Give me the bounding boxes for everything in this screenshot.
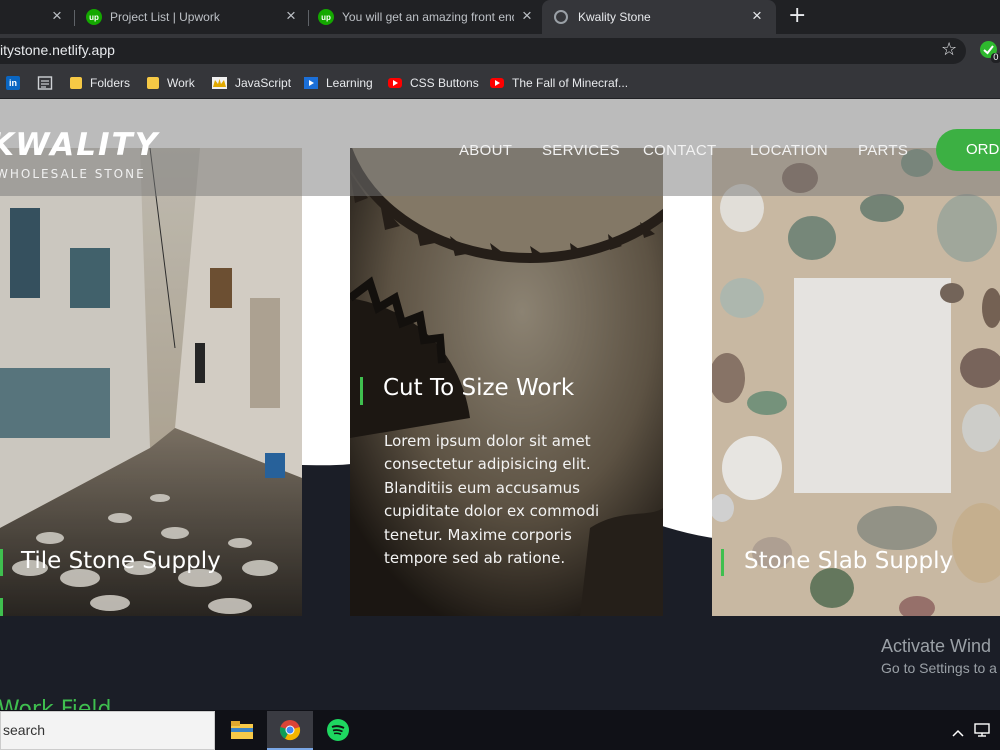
activate-windows-subtitle: Go to Settings to a — [881, 660, 997, 676]
bookmark-work[interactable]: Work — [147, 74, 195, 92]
spotify-icon[interactable] — [327, 719, 349, 741]
nav-contact[interactable]: CONTACT — [643, 142, 716, 159]
tab-title: Kwality Stone — [578, 10, 651, 24]
card-title-cut: Cut To Size Work — [383, 375, 575, 401]
tab-title: You will get an amazing front end — [342, 10, 514, 24]
browser-tab[interactable]: × — [0, 0, 70, 34]
nav-parts[interactable]: PARTS — [858, 142, 908, 159]
browser-tab-active[interactable]: Kwality Stone × — [542, 0, 776, 34]
bookmark-javascript[interactable]: JavaScript — [212, 74, 291, 92]
card-accent-bar — [0, 549, 3, 576]
bookmark-css-buttons[interactable]: CSS Buttons — [388, 74, 479, 92]
section-heading: Work Field — [0, 697, 112, 710]
nav-services[interactable]: SERVICES — [542, 142, 620, 159]
logo-subtitle: WHOLESALE STONE — [0, 167, 146, 181]
bookmark-label: CSS Buttons — [410, 76, 479, 90]
service-card-tile[interactable] — [0, 148, 302, 616]
bookmark-label: Folders — [90, 76, 131, 90]
bookmark-label: Work — [167, 76, 195, 90]
card-title-tile: Tile Stone Supply — [21, 548, 221, 574]
card-body-cut: Lorem ipsum dolor sit amet consectetur a… — [384, 432, 600, 568]
bookmark-label: Learning — [326, 76, 373, 90]
chrome-taskbar-button[interactable] — [267, 711, 313, 750]
youtube-icon — [388, 78, 402, 88]
reading-list-icon — [37, 76, 53, 90]
page-viewport: Tile Stone Supply Cut To Size Work Lorem… — [0, 99, 1000, 710]
search-placeholder: search — [3, 722, 46, 738]
bookmark-reading-list[interactable] — [37, 74, 53, 92]
upwork-icon: up — [86, 9, 102, 25]
chrome-icon — [279, 720, 301, 741]
pebbles-photo — [712, 148, 1000, 616]
close-icon[interactable]: × — [52, 7, 62, 25]
alley-photo — [0, 148, 302, 616]
card-accent-bar — [721, 549, 724, 576]
close-icon[interactable]: × — [286, 7, 296, 25]
bookmark-linkedin[interactable]: in — [6, 74, 20, 92]
bookmark-label: The Fall of Minecraf... — [512, 76, 629, 90]
nav-about[interactable]: ABOUT — [459, 142, 512, 159]
taskbar-search-box[interactable]: search — [0, 711, 215, 750]
bookmark-star-icon[interactable]: ☆ — [941, 39, 957, 60]
omnibox[interactable] — [0, 38, 966, 64]
service-card-slab[interactable] — [712, 148, 1000, 616]
extension-badge: 0 — [991, 53, 1000, 63]
globe-icon — [554, 10, 568, 24]
chevron-up-icon[interactable] — [952, 723, 964, 737]
close-icon[interactable]: × — [752, 7, 762, 25]
activate-windows-title: Activate Wind — [881, 636, 992, 656]
folder-icon — [70, 77, 82, 89]
order-button[interactable]: ORD — [936, 129, 1000, 171]
bookmark-minecraft[interactable]: The Fall of Minecraf... — [490, 74, 628, 92]
play-icon — [304, 77, 318, 89]
browser-tab[interactable]: up Project List | Upwork × — [86, 0, 306, 34]
upwork-icon: up — [318, 9, 334, 25]
close-icon[interactable]: × — [522, 7, 532, 25]
new-tab-button[interactable]: + — [788, 3, 806, 28]
bookmark-label: JavaScript — [235, 76, 292, 90]
network-icon[interactable] — [974, 722, 990, 737]
browser-tab[interactable]: up You will get an amazing front end × — [318, 0, 540, 34]
tab-title: Project List | Upwork — [110, 10, 220, 24]
card-title-slab: Stone Slab Supply — [744, 548, 954, 574]
logo-title[interactable]: KWALITY — [0, 127, 159, 163]
folder-icon — [147, 77, 159, 89]
bookmark-learning[interactable]: Learning — [304, 74, 373, 92]
linkedin-icon: in — [6, 76, 20, 90]
card-accent-bar — [360, 377, 363, 405]
address-url[interactable]: itystone.netlify.app — [0, 42, 115, 58]
file-explorer-icon[interactable] — [231, 721, 253, 739]
tab-strip: × up Project List | Upwork × up You will… — [0, 0, 1000, 34]
crown-icon — [212, 77, 227, 89]
youtube-icon — [490, 78, 504, 88]
bookmark-folders[interactable]: Folders — [70, 74, 130, 92]
nav-location[interactable]: LOCATION — [750, 142, 828, 159]
